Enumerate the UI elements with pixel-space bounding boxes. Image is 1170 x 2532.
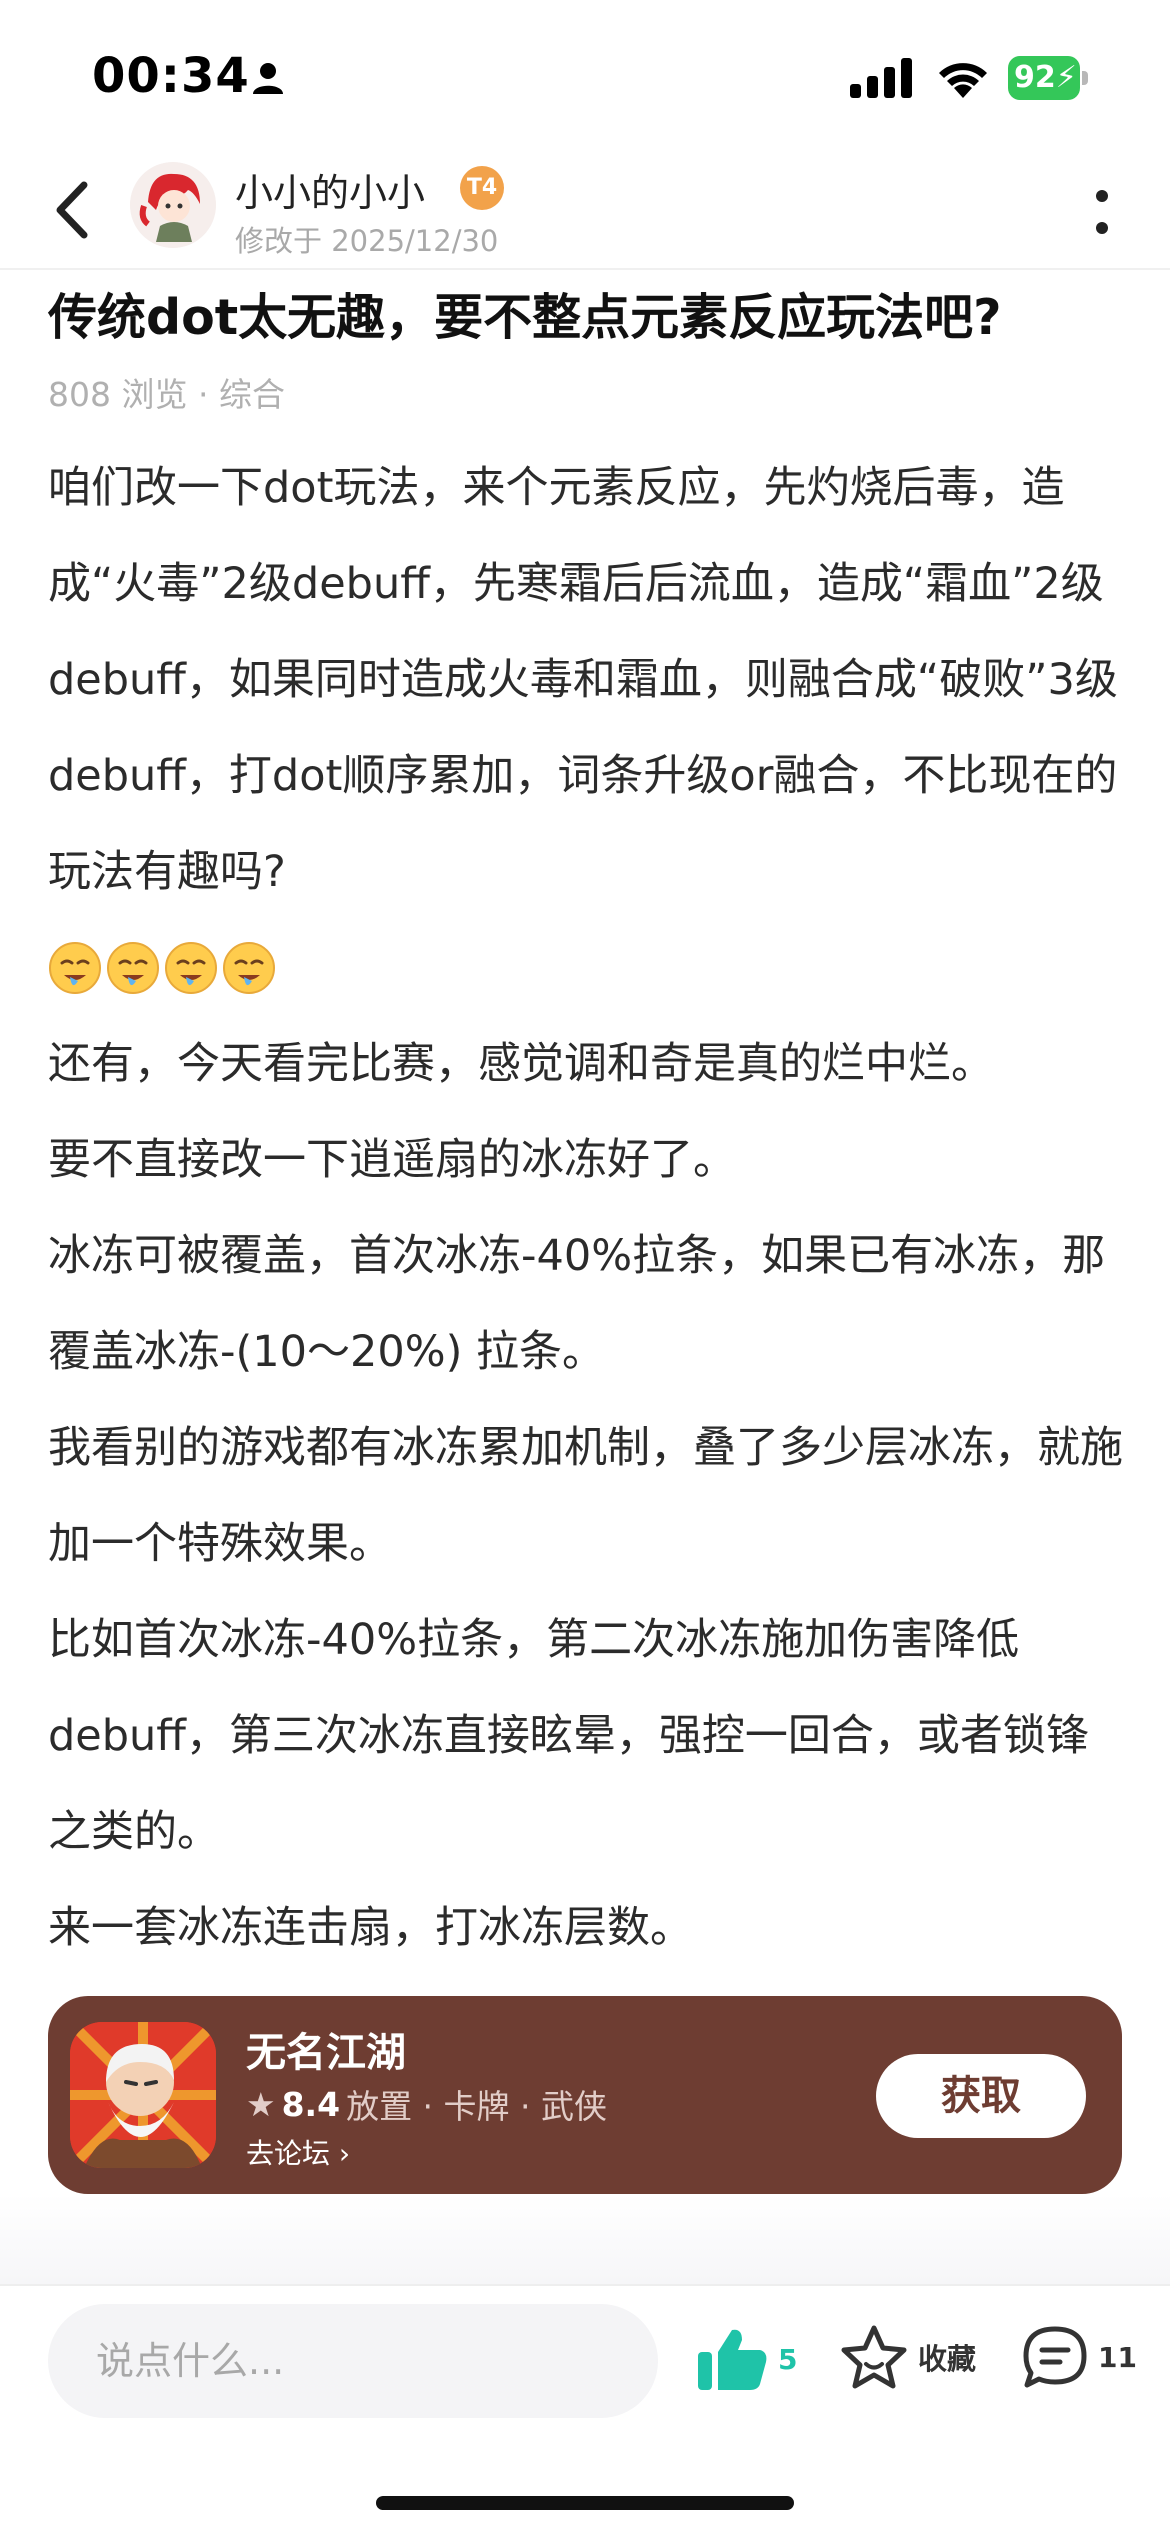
post-header: 小小的小小 T4 修改于 2025/12/30 [0,150,1170,270]
like-button[interactable]: 5 [696,2326,797,2392]
home-indicator[interactable] [376,2496,794,2510]
favorite-label: 收藏 [918,2342,977,2376]
game-portrait-image [70,2022,216,2168]
drooling-face-icon [49,942,101,994]
forum-link[interactable]: 去论坛 › [246,2132,350,2172]
comment-input[interactable] [48,2304,658,2418]
edit-time: 修改于 2025/12/30 [235,224,499,258]
section-divider [0,2194,1170,2284]
favorite-button[interactable]: 收藏 [840,2324,976,2390]
game-app-name: 无名江湖 [246,2030,406,2076]
get-app-button[interactable]: 获取 [876,2054,1086,2138]
battery-indicator: 92⚡ [1008,56,1088,100]
game-rating: 8.4 [281,2084,341,2124]
post-meta: 808 浏览 · 综合 [48,375,285,414]
post-paragraph: 咱们改一下dot玩法，来个元素反应，先灼烧后毒，造成“火毒”2级debuff，先… [48,463,1118,897]
post-paragraph: 冰冻可被覆盖，首次冰冻-40%拉条，如果已有冰冻，那覆盖冰冻-(10～20%) … [48,1231,1106,1377]
comment-button[interactable]: 11 [1020,2324,1137,2390]
back-arrow-icon[interactable] [48,175,98,245]
battery-level: 92⚡ [1008,56,1080,100]
more-options-icon[interactable] [1090,182,1114,242]
chevron-right-icon: › [338,2137,351,2170]
author-name[interactable]: 小小的小小 [235,162,425,217]
like-count: 5 [778,2342,798,2376]
comment-count: 11 [1098,2340,1137,2374]
drooling-face-icon [223,942,275,994]
star-icon: ★ [246,2084,276,2124]
status-time: 00:34 [92,48,250,104]
level-badge: T4 [460,166,504,210]
battery-tip [1082,71,1088,85]
emoji-row [48,920,1128,1016]
cellular-signal-icon [850,58,912,98]
post-paragraph: 还有，今天看完比赛，感觉调和奇是真的烂中烂。 [48,1039,994,1089]
person-icon [253,63,283,94]
post-paragraph: 要不直接改一下逍遥扇的冰冻好了。 [48,1135,736,1185]
charging-bolt-icon: ⚡ [1055,60,1077,95]
game-tags: 放置 · 卡牌 · 武侠 [346,2087,608,2126]
avatar-image [130,162,216,248]
drooling-face-icon [107,942,159,994]
drooling-face-icon [165,942,217,994]
post-body: 咱们改一下dot玩法，来个元素反应，先灼烧后毒，造成“火毒”2级debuff，先… [48,440,1128,1976]
post-title: 传统dot太无趣，要不整点元素反应玩法吧? [48,289,1002,346]
bottom-action-bar: 5 收藏 11 [0,2284,1170,2532]
comment-bubble-icon [1023,2326,1087,2388]
game-app-icon [70,2022,216,2168]
post-paragraph: 来一套冰冻连击扇，打冰冻层数。 [48,1903,693,1953]
status-bar: 00:34 92⚡ [0,0,1170,140]
wifi-icon [939,63,987,98]
game-app-meta: ★ 8.4 放置 · 卡牌 · 武侠 [246,2080,607,2128]
forum-link-label: 去论坛 [246,2137,331,2170]
battery-percent: 92 [1014,60,1056,95]
game-app-card[interactable]: 无名江湖 ★ 8.4 放置 · 卡牌 · 武侠 去论坛 › 获取 [48,1996,1122,2194]
thumbs-up-icon [698,2329,767,2390]
post-paragraph: 我看别的游戏都有冰冻累加机制，叠了多少层冰冻，就施加一个特殊效果。 [48,1423,1123,1569]
star-outline-icon [841,2325,907,2389]
post-paragraph: 比如首次冰冻-40%拉条，第二次冰冻施加伤害降低debuff，第三次冰冻直接眩晕… [48,1615,1089,1857]
author-avatar[interactable] [130,162,216,248]
